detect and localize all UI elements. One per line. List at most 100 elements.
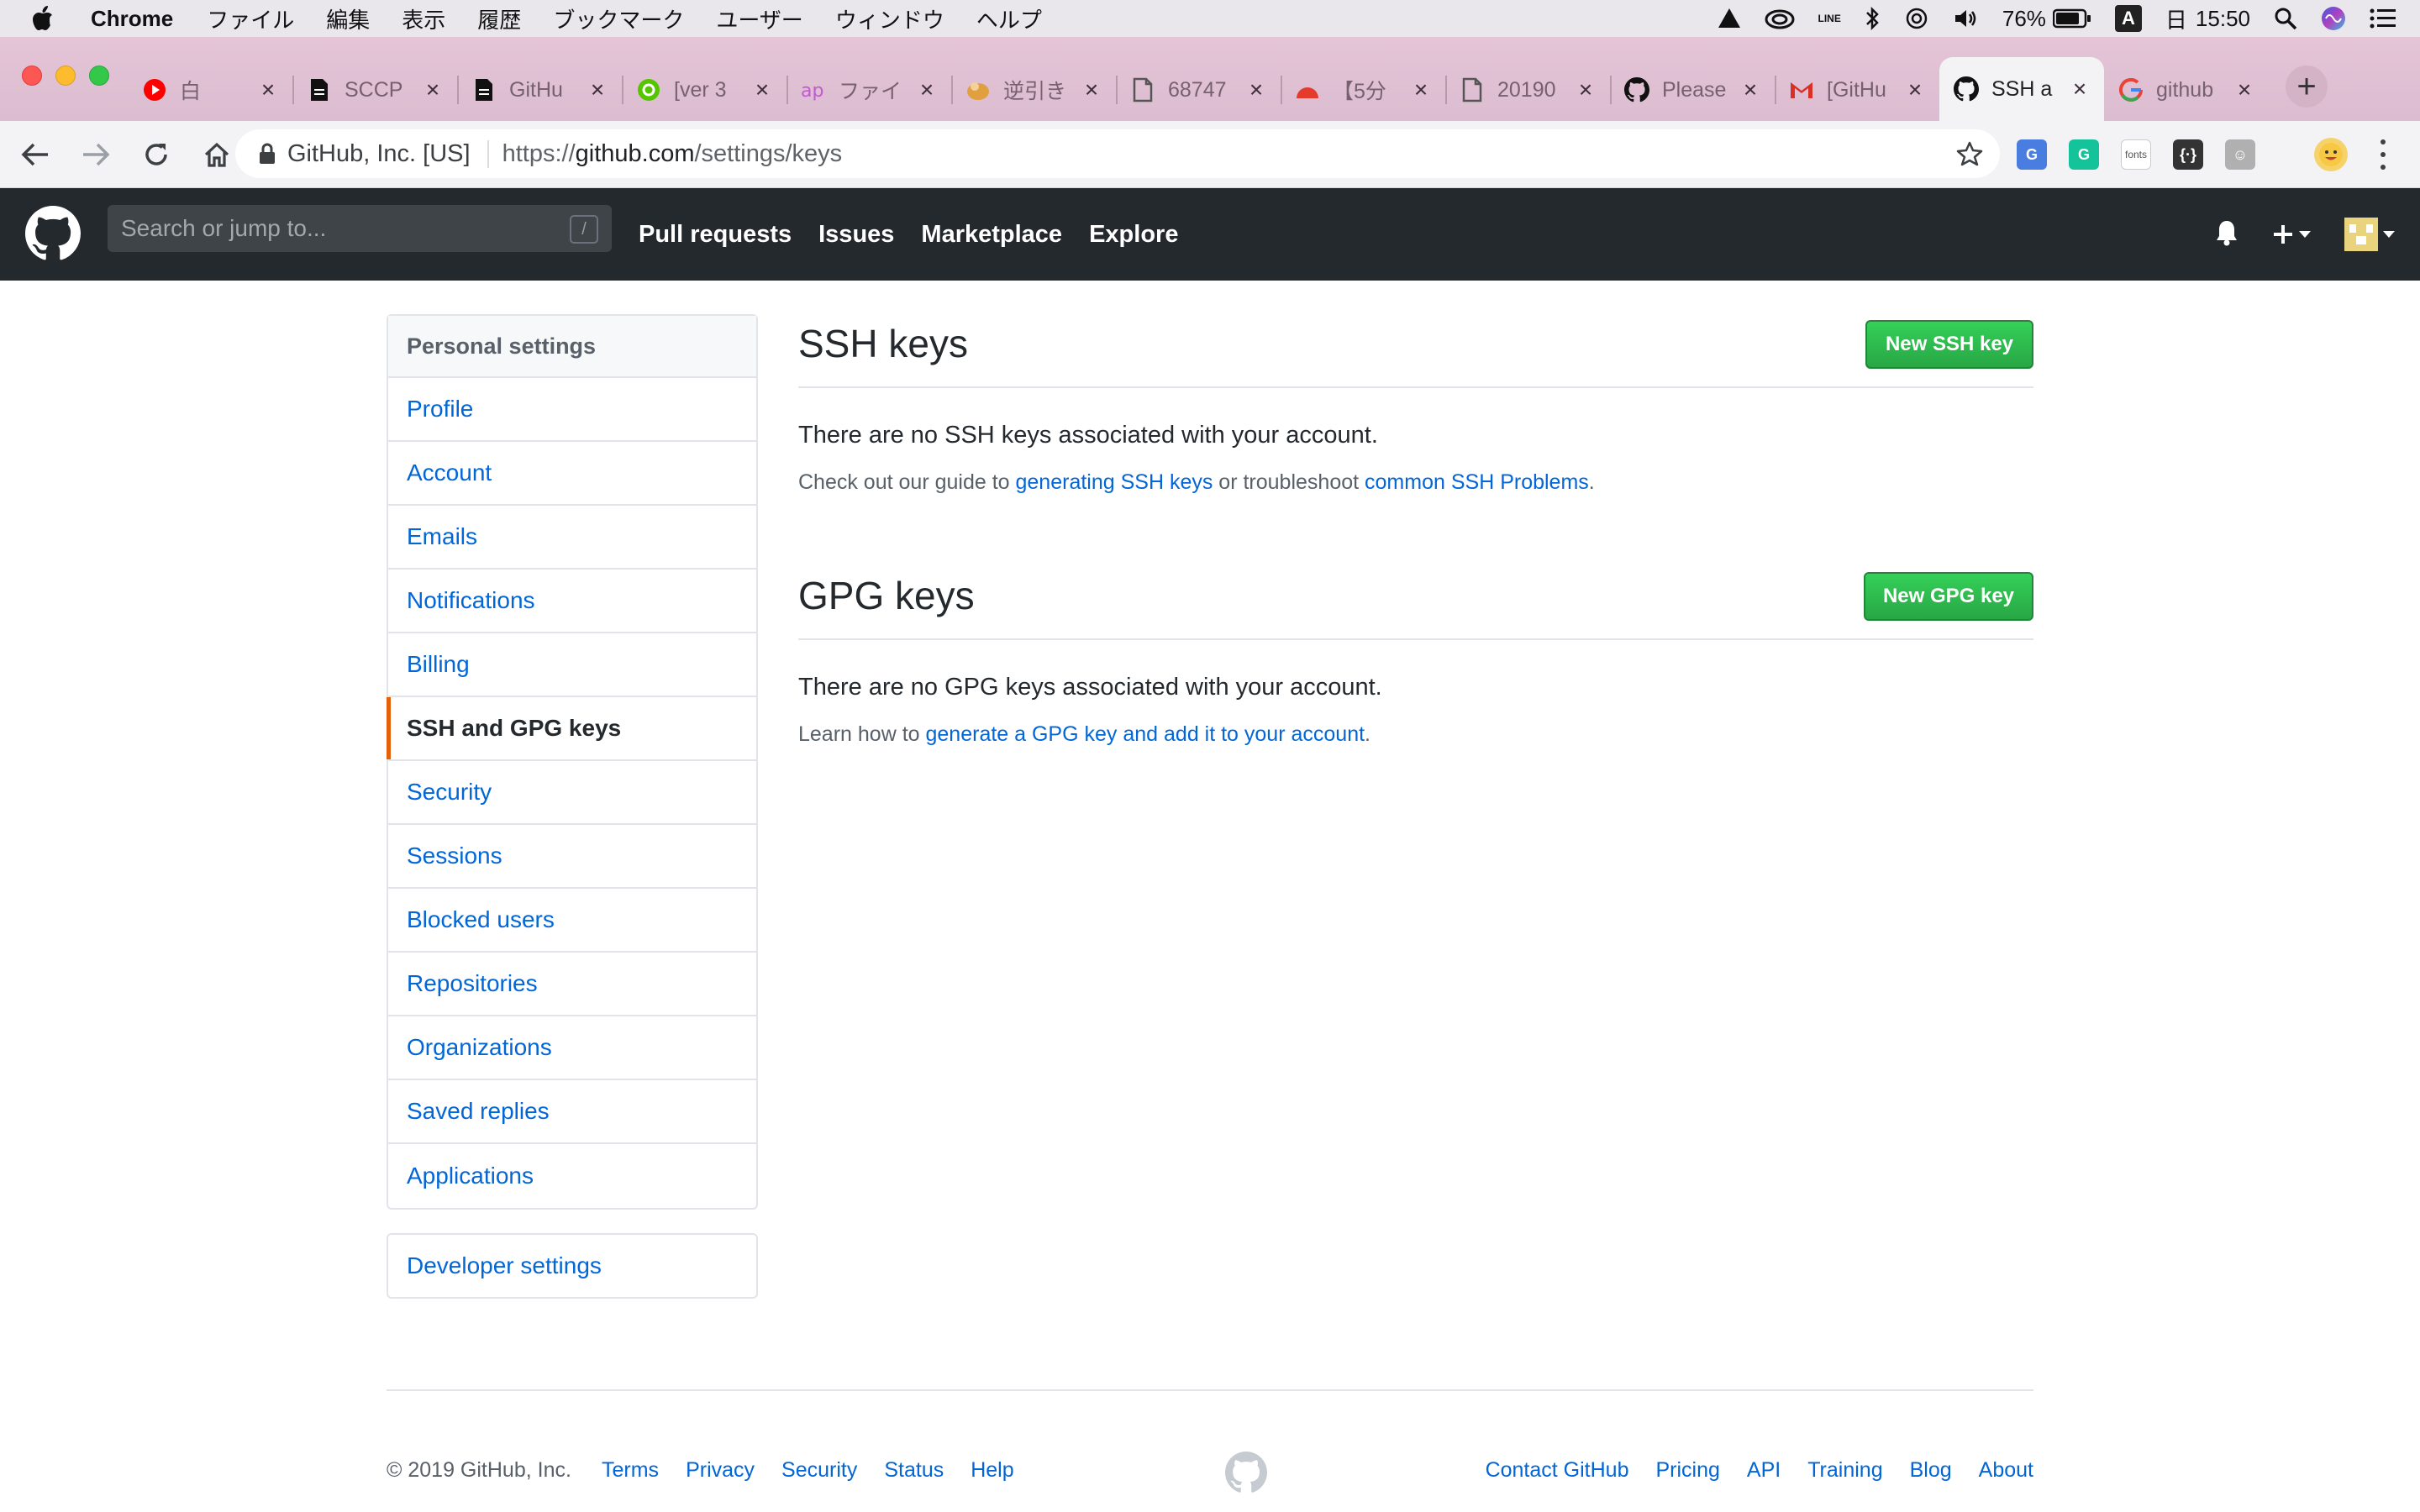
sidebar-item-profile[interactable]: Profile: [388, 378, 756, 442]
forward-button[interactable]: [71, 129, 121, 180]
site-identity[interactable]: GitHub, Inc. [US]: [287, 139, 489, 168]
browser-tab[interactable]: GitHu ×: [457, 60, 622, 119]
close-tab-icon[interactable]: ×: [2069, 76, 2091, 102]
translate-icon[interactable]: G: [2017, 139, 2047, 170]
clock[interactable]: 日 15:50: [2165, 3, 2250, 34]
browser-tab[interactable]: github ×: [2104, 60, 2269, 119]
common-ssh-problems-link[interactable]: common SSH Problems: [1365, 470, 1589, 494]
github-logo-icon[interactable]: [25, 206, 81, 261]
close-tab-icon[interactable]: ×: [257, 76, 279, 103]
sidebar-item-security[interactable]: Security: [388, 761, 756, 825]
menu-file[interactable]: ファイル: [207, 3, 294, 34]
sidebar-item-billing[interactable]: Billing: [388, 633, 756, 697]
browser-tab[interactable]: Please ×: [1610, 60, 1775, 119]
create-new-dropdown[interactable]: [2272, 223, 2311, 245]
creative-cloud-icon[interactable]: [1765, 8, 1795, 29]
new-gpg-key-button[interactable]: New GPG key: [1864, 572, 2033, 621]
close-tab-icon[interactable]: ×: [1575, 76, 1597, 103]
close-window-button[interactable]: [22, 66, 42, 86]
footer-link-pricing[interactable]: Pricing: [1655, 1458, 1719, 1483]
profile-avatar[interactable]: [2314, 138, 2348, 171]
new-ssh-key-button[interactable]: New SSH key: [1865, 320, 2033, 369]
nav-issues[interactable]: Issues: [818, 221, 894, 249]
notification-center-icon[interactable]: [2370, 8, 2396, 29]
sidebar-item-organizations[interactable]: Organizations: [388, 1016, 756, 1080]
browser-tab[interactable]: 20190 ×: [1445, 60, 1610, 119]
generate-gpg-key-link[interactable]: generate a GPG key and add it to your ac…: [926, 722, 1365, 746]
nav-pull-requests[interactable]: Pull requests: [639, 221, 792, 249]
close-tab-icon[interactable]: ×: [1081, 76, 1102, 103]
generating-ssh-keys-link[interactable]: generating SSH keys: [1016, 470, 1213, 494]
sidebar-item-developer-settings[interactable]: Developer settings: [387, 1233, 758, 1299]
sidebar-item-blocked-users[interactable]: Blocked users: [388, 889, 756, 953]
footer-link-help[interactable]: Help: [971, 1458, 1013, 1483]
nav-explore[interactable]: Explore: [1089, 221, 1178, 249]
menu-edit[interactable]: 編集: [326, 3, 370, 34]
lock-icon[interactable]: [259, 143, 276, 165]
grammarly-icon[interactable]: G: [2069, 139, 2099, 170]
menu-window[interactable]: ウィンドウ: [835, 3, 944, 34]
drive-icon[interactable]: [1718, 8, 1741, 29]
menu-view[interactable]: 表示: [402, 3, 445, 34]
sidebar-item-saved-replies[interactable]: Saved replies: [388, 1080, 756, 1144]
airplay-icon[interactable]: [1903, 8, 1930, 29]
close-tab-icon[interactable]: ×: [1739, 76, 1761, 103]
user-menu-dropdown[interactable]: [2344, 218, 2395, 251]
address-bar[interactable]: GitHub, Inc. [US] https:// github.com /s…: [235, 129, 2000, 178]
footer-link-training[interactable]: Training: [1807, 1458, 1882, 1483]
browser-tab[interactable]: SSH a ×: [1939, 57, 2104, 121]
browser-tab[interactable]: 68747 ×: [1116, 60, 1281, 119]
footer-link-blog[interactable]: Blog: [1910, 1458, 1952, 1483]
sidebar-item-notifications[interactable]: Notifications: [388, 570, 756, 633]
footer-link-security[interactable]: Security: [781, 1458, 857, 1483]
fonts-icon[interactable]: fonts: [2121, 139, 2151, 170]
close-tab-icon[interactable]: ×: [2233, 76, 2255, 103]
close-tab-icon[interactable]: ×: [1904, 76, 1926, 103]
bluetooth-icon[interactable]: [1865, 6, 1880, 31]
close-tab-icon[interactable]: ×: [587, 76, 608, 103]
chrome-menu-button[interactable]: [2375, 139, 2391, 170]
zoom-window-button[interactable]: [89, 66, 109, 86]
close-tab-icon[interactable]: ×: [1245, 76, 1267, 103]
back-button[interactable]: [10, 129, 60, 180]
sidebar-item-sessions[interactable]: Sessions: [388, 825, 756, 889]
sidebar-item-ssh-and-gpg-keys[interactable]: SSH and GPG keys: [387, 697, 756, 761]
input-method-indicator[interactable]: A: [2114, 5, 2142, 32]
spotlight-icon[interactable]: [2274, 7, 2297, 30]
browser-tab[interactable]: [GitHu ×: [1775, 60, 1939, 119]
close-tab-icon[interactable]: ×: [1410, 76, 1432, 103]
footer-link-api[interactable]: API: [1747, 1458, 1781, 1483]
ghost-icon[interactable]: ☺: [2225, 139, 2255, 170]
search-input[interactable]: Search or jump to... /: [108, 205, 612, 252]
menu-bookmarks[interactable]: ブックマーク: [553, 3, 684, 34]
browser-tab[interactable]: SCCP ×: [292, 60, 457, 119]
siri-icon[interactable]: [2321, 6, 2346, 31]
browser-tab[interactable]: [ver 3 ×: [622, 60, 786, 119]
close-tab-icon[interactable]: ×: [751, 76, 773, 103]
app-menu[interactable]: Chrome: [91, 6, 173, 32]
volume-icon[interactable]: [1954, 8, 1979, 29]
sidebar-item-applications[interactable]: Applications: [388, 1144, 756, 1208]
menu-help[interactable]: ヘルプ: [976, 3, 1042, 34]
close-tab-icon[interactable]: ×: [422, 76, 444, 103]
footer-link-contact-github[interactable]: Contact GitHub: [1486, 1458, 1629, 1483]
browser-tab[interactable]: 逆引き ×: [951, 60, 1116, 119]
new-tab-button[interactable]: +: [2286, 66, 2328, 108]
browser-tab[interactable]: 白 ×: [128, 60, 292, 119]
menu-history[interactable]: 履歴: [477, 3, 521, 34]
github-mark-icon[interactable]: [1225, 1452, 1267, 1494]
bookmark-star-icon[interactable]: [1956, 141, 1983, 173]
footer-link-about[interactable]: About: [1979, 1458, 2033, 1483]
home-button[interactable]: [192, 129, 242, 180]
line-icon[interactable]: LINE: [1818, 13, 1841, 24]
browser-tab[interactable]: 【5分 ×: [1281, 60, 1445, 119]
footer-link-terms[interactable]: Terms: [602, 1458, 659, 1483]
apple-menu-icon[interactable]: [30, 5, 64, 32]
code-icon[interactable]: {·}: [2173, 139, 2203, 170]
sidebar-item-account[interactable]: Account: [388, 442, 756, 506]
sidebar-item-repositories[interactable]: Repositories: [388, 953, 756, 1016]
minimize-window-button[interactable]: [55, 66, 76, 86]
notifications-bell-icon[interactable]: [2215, 219, 2238, 250]
footer-link-status[interactable]: Status: [884, 1458, 944, 1483]
reload-button[interactable]: [131, 129, 182, 180]
